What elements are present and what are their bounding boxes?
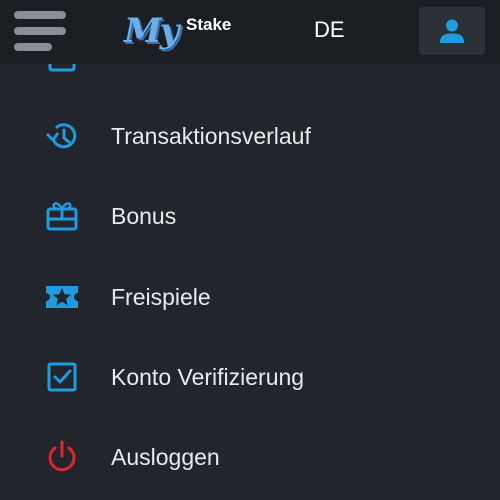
menu-item-bonus[interactable]: Bonus	[0, 176, 500, 256]
checkbox-icon	[44, 359, 80, 395]
user-icon	[440, 19, 464, 43]
user-account-button[interactable]	[419, 7, 485, 55]
ticket-star-icon	[44, 279, 80, 315]
top-bar: My Stake DE	[0, 0, 500, 64]
menu-item-label: Transaktionsverlauf	[111, 123, 311, 149]
menu-item-label: Bonus	[111, 203, 177, 229]
history-icon	[44, 118, 80, 154]
hamburger-line	[14, 43, 52, 51]
language-selector[interactable]: DE	[314, 17, 345, 43]
hamburger-line	[14, 27, 66, 35]
hamburger-menu-icon[interactable]	[14, 11, 66, 51]
app-window: Transaktionsverlauf Bonus Freispiele Kon…	[0, 0, 500, 500]
logo-wordmark: My	[124, 11, 179, 51]
menu-item-free-spins[interactable]: Freispiele	[0, 257, 500, 337]
menu-item-label: Ausloggen	[111, 444, 220, 470]
menu-item-account-verification[interactable]: Konto Verifizierung	[0, 337, 500, 417]
brand-logo[interactable]: My Stake	[124, 10, 236, 54]
logo-subtext: Stake	[186, 15, 232, 34]
power-icon	[44, 439, 80, 475]
menu-item-label: Freispiele	[111, 284, 211, 310]
account-menu: Transaktionsverlauf Bonus Freispiele Kon…	[0, 0, 500, 500]
hamburger-line	[14, 11, 66, 19]
menu-item-label: Konto Verifizierung	[111, 364, 305, 390]
menu-item-logout[interactable]: Ausloggen	[0, 417, 500, 497]
menu-item-transaction-history[interactable]: Transaktionsverlauf	[0, 96, 500, 176]
gift-icon	[44, 198, 80, 234]
